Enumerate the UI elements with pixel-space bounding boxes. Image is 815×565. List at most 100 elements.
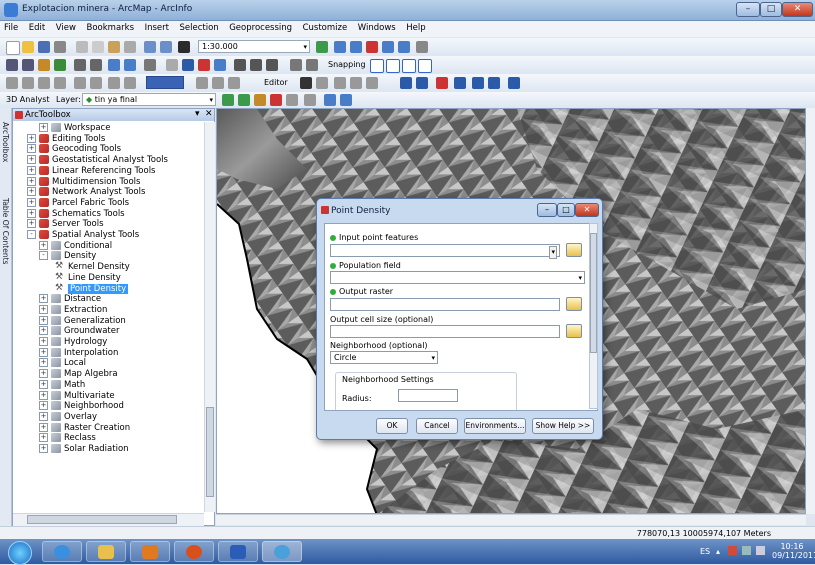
find-icon[interactable] [234,59,246,71]
undo-icon[interactable] [144,41,156,53]
menu-geoprocessing[interactable]: Geoprocessing [225,21,296,35]
menu-selection[interactable]: Selection [176,21,223,35]
language-indicator[interactable]: ES [700,547,710,556]
back-extent-icon[interactable] [108,59,120,71]
line-of-sight-icon[interactable] [254,94,266,106]
taskbar-arcmap[interactable] [262,541,302,562]
menu-view[interactable]: View [52,21,80,35]
point-snapping-icon[interactable] [370,59,384,73]
environments-button[interactable]: Environments... [464,418,526,434]
expand-icon[interactable]: + [39,422,48,432]
expand-icon[interactable]: + [39,379,48,389]
toolbar-tool-4-icon[interactable] [54,77,66,89]
create-features-icon[interactable] [508,77,520,89]
toolbox-hscroll-thumb[interactable] [27,515,177,524]
add-data-icon[interactable] [178,41,190,53]
expand-icon[interactable]: + [39,315,48,325]
delete-icon[interactable] [124,41,136,53]
menu-file[interactable]: File [0,21,22,35]
cancel-button[interactable]: Cancel [416,418,458,434]
vertex-snapping-icon[interactable] [402,59,416,73]
expand-icon[interactable]: + [27,155,36,165]
zoom-out-icon[interactable] [22,59,34,71]
expand-icon[interactable]: + [39,304,48,314]
expand-icon[interactable]: + [39,358,48,368]
expand-icon[interactable]: + [27,165,36,175]
dialog-close-button[interactable]: ✕ [575,203,599,217]
maximize-button[interactable]: □ [760,2,782,17]
reshape-icon[interactable] [416,77,428,89]
editor-label[interactable]: Editor [264,78,288,87]
attributes-icon[interactable] [472,77,484,89]
dialog-scrollbar[interactable] [589,223,598,409]
expand-icon[interactable]: + [39,240,48,250]
trace-icon[interactable] [366,77,378,89]
3d-analyst-menu[interactable]: 3D Analyst [6,95,50,104]
expand-icon[interactable]: + [39,433,48,443]
expand-icon[interactable]: + [27,208,36,218]
find-route-icon[interactable] [250,59,262,71]
toolbar-tool-3-icon[interactable] [38,77,50,89]
time-slider-icon[interactable] [306,59,318,71]
taskbar-firefox[interactable] [174,541,214,562]
toolbar-tool-10-icon[interactable] [212,77,224,89]
html-popup-icon[interactable] [214,59,226,71]
menu-bookmarks[interactable]: Bookmarks [83,21,139,35]
toolbar-tool-9-icon[interactable] [196,77,208,89]
map-scale-combo[interactable]: 1:30.000 ▾ [198,40,310,53]
expand-icon[interactable]: + [39,401,48,411]
save-icon[interactable] [38,41,50,53]
menu-customize[interactable]: Customize [299,21,352,35]
pin-icon[interactable]: ▾ [195,109,200,119]
toc-dock-tab[interactable]: Table Of Contents [1,198,10,264]
menu-help[interactable]: Help [402,21,429,35]
print-icon[interactable] [54,41,66,53]
toolbar-tool-7-icon[interactable] [108,77,120,89]
edit-tool-icon[interactable] [300,77,312,89]
expand-icon[interactable]: + [39,294,48,304]
interpolate-line-icon[interactable] [286,94,298,106]
steepest-path-icon[interactable] [238,94,250,106]
clock[interactable]: 10:16 09/11/2011 [772,542,815,560]
select-elements-icon[interactable] [166,59,178,71]
sketch-properties-icon[interactable] [488,77,500,89]
toolbox-tree-item[interactable]: + Solar Radiation [39,443,129,455]
expand-icon[interactable]: + [27,219,36,229]
ok-button[interactable]: OK [376,418,408,434]
color-picker-combo[interactable] [146,76,184,89]
taskbar-word[interactable] [218,541,258,562]
cell-size-field[interactable] [330,325,560,338]
map-horizontal-scrollbar[interactable] [216,514,806,525]
editor-toolbar-icon[interactable] [316,41,328,53]
close-button[interactable]: ✕ [782,2,813,17]
browse-cellsize-folder-icon[interactable] [566,324,582,338]
close-panel-icon[interactable]: ✕ [205,109,213,119]
expand-icon[interactable]: + [27,176,36,186]
toolbox-vertical-scrollbar[interactable] [204,122,215,512]
minimize-button[interactable]: – [736,2,760,17]
go-to-xy-icon[interactable] [266,59,278,71]
taskbar-media[interactable] [130,541,170,562]
arcscene-icon[interactable] [324,94,336,106]
expand-icon[interactable]: + [39,337,48,346]
layer-combo[interactable]: ◆ tin ya final ▾ [82,93,216,106]
tray-expand-icon[interactable]: ▴ [716,547,720,556]
arcglobe-icon[interactable] [340,94,352,106]
zoom-in-icon[interactable] [6,59,18,71]
input-features-field[interactable]: ▾ [330,244,560,259]
show-help-button[interactable]: Show Help >> [532,418,594,434]
forward-extent-icon[interactable] [124,59,136,71]
expand-icon[interactable]: + [39,369,48,379]
network-icon[interactable] [742,546,751,555]
expand-icon[interactable]: + [27,197,36,207]
hyperlink-icon[interactable] [198,59,210,71]
fixed-zoom-in-icon[interactable] [74,59,86,71]
identify-icon[interactable] [182,59,194,71]
edit-annotation-icon[interactable] [316,77,328,89]
browse-output-folder-icon[interactable] [566,297,582,311]
toolbar-tool-8-icon[interactable] [124,77,136,89]
menu-windows[interactable]: Windows [354,21,400,35]
expand-icon[interactable]: + [39,444,48,453]
straight-segment-icon[interactable] [334,77,346,89]
snapping-label[interactable]: Snapping [328,60,366,69]
